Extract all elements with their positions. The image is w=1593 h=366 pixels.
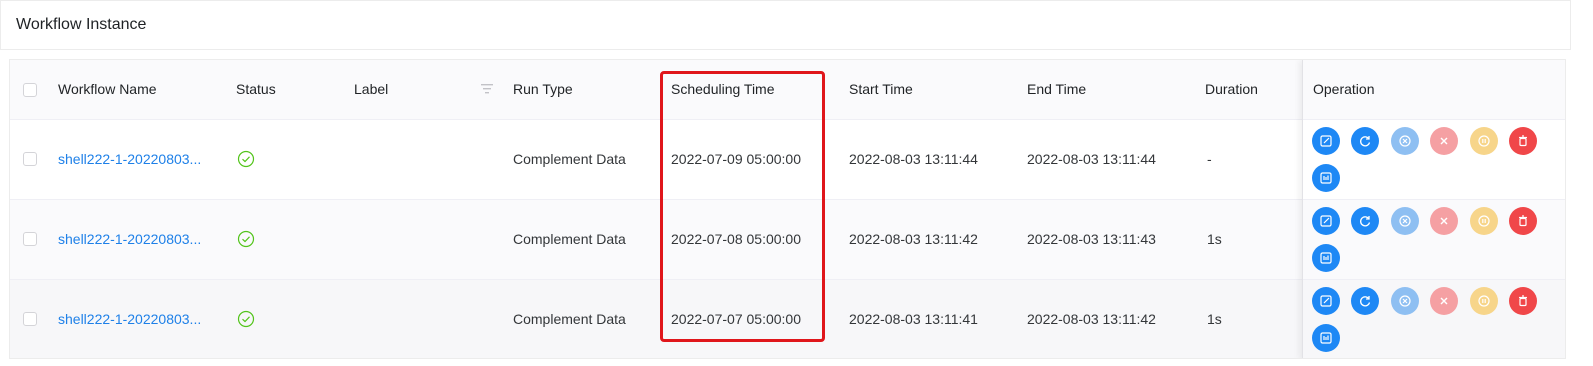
- column-header-start-time[interactable]: Start Time: [849, 81, 913, 97]
- workflow-name-link[interactable]: shell222-1-20220803...: [58, 151, 201, 167]
- recover-failed-icon: [1398, 134, 1412, 148]
- start-time: 2022-08-03 13:11:42: [849, 231, 978, 247]
- page-header: Workflow Instance: [0, 0, 1571, 50]
- stop-icon: [1437, 214, 1451, 228]
- column-header-status[interactable]: Status: [236, 81, 276, 97]
- filter-icon[interactable]: [481, 84, 493, 94]
- rerun-icon: [1358, 294, 1372, 308]
- recover-failed-button[interactable]: [1391, 287, 1419, 315]
- gantt-icon: [1319, 251, 1333, 265]
- duration: 1s: [1207, 231, 1222, 247]
- start-time: 2022-08-03 13:11:44: [849, 151, 978, 167]
- delete-button[interactable]: [1509, 127, 1537, 155]
- success-status-icon: [237, 310, 255, 328]
- delete-icon: [1516, 134, 1530, 148]
- gantt-icon: [1319, 331, 1333, 345]
- column-header-duration[interactable]: Duration: [1205, 81, 1258, 97]
- edit-button[interactable]: [1312, 287, 1340, 315]
- pause-button[interactable]: [1470, 287, 1498, 315]
- recover-failed-icon: [1398, 214, 1412, 228]
- select-all-checkbox[interactable]: [23, 83, 37, 97]
- stop-icon: [1437, 134, 1451, 148]
- scheduling-time: 2022-07-07 05:00:00: [671, 311, 801, 327]
- column-header-workflow-name[interactable]: Workflow Name: [58, 81, 157, 97]
- row-checkbox[interactable]: [23, 152, 37, 166]
- stop-button[interactable]: [1430, 127, 1458, 155]
- pause-icon: [1477, 134, 1491, 148]
- rerun-button[interactable]: [1351, 127, 1379, 155]
- end-time: 2022-08-03 13:11:42: [1027, 311, 1156, 327]
- start-time: 2022-08-03 13:11:41: [849, 311, 978, 327]
- workflow-name-link[interactable]: shell222-1-20220803...: [58, 311, 201, 327]
- scheduling-time: 2022-07-09 05:00:00: [671, 151, 801, 167]
- rerun-button[interactable]: [1351, 207, 1379, 235]
- recover-failed-icon: [1398, 294, 1412, 308]
- run-type: Complement Data: [513, 311, 626, 327]
- edit-icon: [1319, 214, 1333, 228]
- pause-button[interactable]: [1470, 207, 1498, 235]
- pause-icon: [1477, 294, 1491, 308]
- gantt-icon: [1319, 171, 1333, 185]
- run-type: Complement Data: [513, 151, 626, 167]
- stop-button[interactable]: [1430, 287, 1458, 315]
- duration: -: [1207, 151, 1212, 167]
- stop-icon: [1437, 294, 1451, 308]
- recover-failed-button[interactable]: [1391, 207, 1419, 235]
- end-time: 2022-08-03 13:11:44: [1027, 151, 1156, 167]
- scheduling-time: 2022-07-08 05:00:00: [671, 231, 801, 247]
- stop-button[interactable]: [1430, 207, 1458, 235]
- column-header-operation: Operation: [1313, 81, 1375, 97]
- delete-icon: [1516, 294, 1530, 308]
- gantt-button[interactable]: [1312, 324, 1340, 352]
- edit-icon: [1319, 134, 1333, 148]
- delete-button[interactable]: [1509, 287, 1537, 315]
- success-status-icon: [237, 230, 255, 248]
- rerun-icon: [1358, 134, 1372, 148]
- edit-button[interactable]: [1312, 127, 1340, 155]
- edit-icon: [1319, 294, 1333, 308]
- run-type: Complement Data: [513, 231, 626, 247]
- rerun-icon: [1358, 214, 1372, 228]
- column-header-end-time[interactable]: End Time: [1027, 81, 1086, 97]
- end-time: 2022-08-03 13:11:43: [1027, 231, 1156, 247]
- delete-icon: [1516, 214, 1530, 228]
- column-header-run-type[interactable]: Run Type: [513, 81, 573, 97]
- recover-failed-button[interactable]: [1391, 127, 1419, 155]
- gantt-button[interactable]: [1312, 164, 1340, 192]
- row-checkbox[interactable]: [23, 232, 37, 246]
- column-header-scheduling-time[interactable]: Scheduling Time: [671, 81, 775, 97]
- page-title: Workflow Instance: [16, 16, 147, 33]
- gantt-button[interactable]: [1312, 244, 1340, 272]
- row-checkbox[interactable]: [23, 312, 37, 326]
- rerun-button[interactable]: [1351, 287, 1379, 315]
- delete-button[interactable]: [1509, 207, 1537, 235]
- edit-button[interactable]: [1312, 207, 1340, 235]
- pause-icon: [1477, 214, 1491, 228]
- workflow-name-link[interactable]: shell222-1-20220803...: [58, 231, 201, 247]
- column-header-label[interactable]: Label: [354, 81, 388, 97]
- pause-button[interactable]: [1470, 127, 1498, 155]
- success-status-icon: [237, 150, 255, 168]
- duration: 1s: [1207, 311, 1222, 327]
